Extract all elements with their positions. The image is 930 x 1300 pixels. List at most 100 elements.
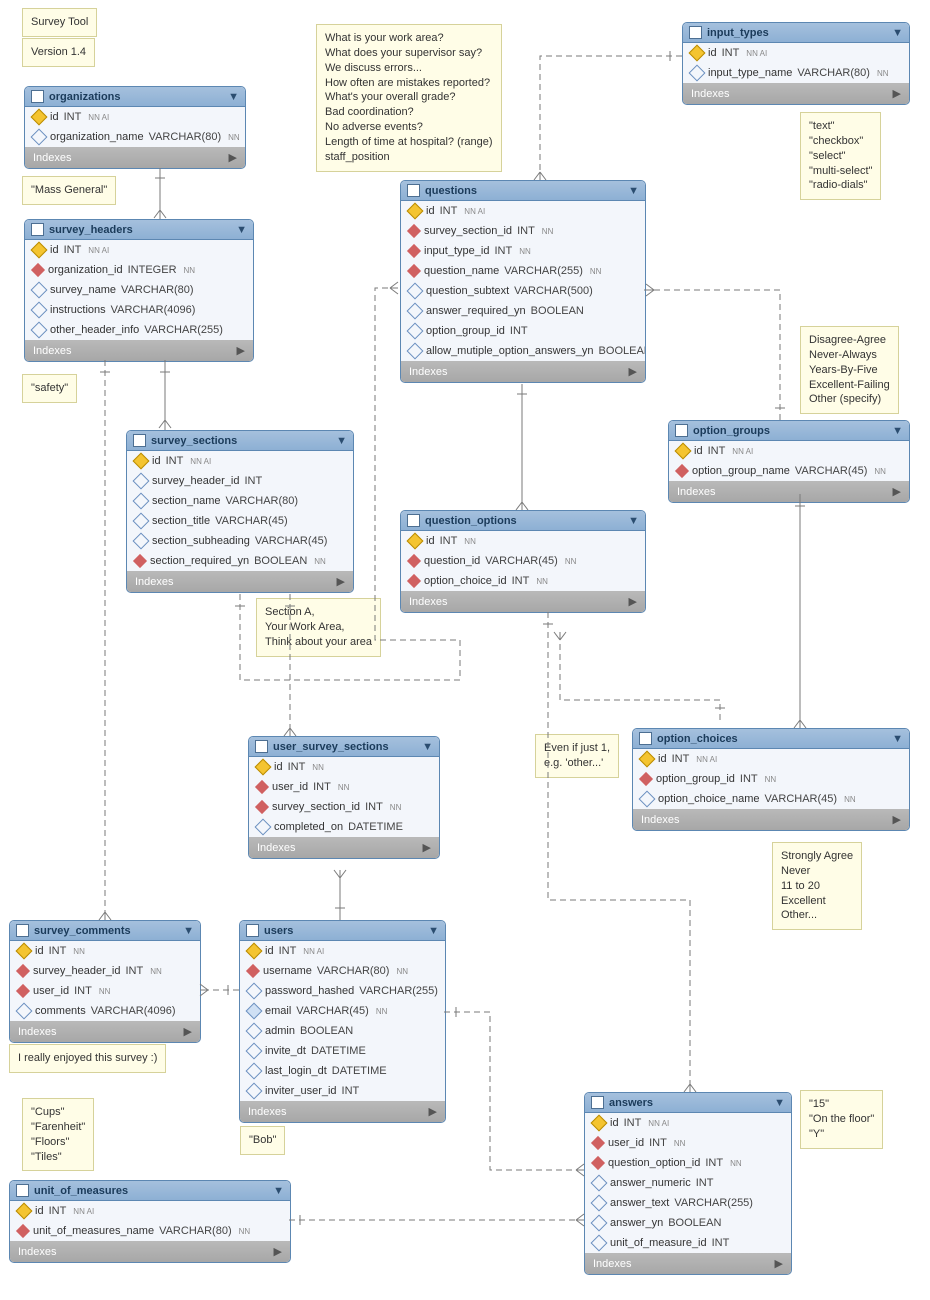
indexes-bar[interactable]: Indexes▶ (585, 1253, 791, 1274)
entity-option_choices[interactable]: option_choices▼id INTNN AIoption_group_i… (632, 728, 910, 831)
entity-title[interactable]: user_survey_sections▼ (249, 737, 439, 757)
chevron-down-icon[interactable]: ▼ (428, 925, 439, 937)
chevron-down-icon[interactable]: ▼ (236, 224, 247, 236)
column-row[interactable]: survey_name VARCHAR(80) (25, 280, 253, 300)
entity-survey_comments[interactable]: survey_comments▼id INTNNsurvey_header_id… (9, 920, 201, 1043)
column-row[interactable]: section_name VARCHAR(80) (127, 491, 353, 511)
entity-title[interactable]: answers▼ (585, 1093, 791, 1113)
entity-title[interactable]: questions▼ (401, 181, 645, 201)
column-row[interactable]: completed_on DATETIME (249, 817, 439, 837)
entity-users[interactable]: users▼id INTNN AIusername VARCHAR(80)NNp… (239, 920, 446, 1123)
column-row[interactable]: id INTNN (10, 941, 200, 961)
column-row[interactable]: option_group_id INTNN (633, 769, 909, 789)
entity-question_options[interactable]: question_options▼id INTNNquestion_id VAR… (400, 510, 646, 613)
column-row[interactable]: instructions VARCHAR(4096) (25, 300, 253, 320)
entity-title[interactable]: option_choices▼ (633, 729, 909, 749)
column-row[interactable]: question_name VARCHAR(255)NN (401, 261, 645, 281)
column-row[interactable]: question_id VARCHAR(45)NN (401, 551, 645, 571)
chevron-down-icon[interactable]: ▼ (892, 27, 903, 39)
column-row[interactable]: survey_section_id INTNN (401, 221, 645, 241)
column-row[interactable]: user_id INTNN (249, 777, 439, 797)
entity-option_groups[interactable]: option_groups▼id INTNN AIoption_group_na… (668, 420, 910, 503)
entity-organizations[interactable]: organizations▼id INTNN AIorganization_na… (24, 86, 246, 169)
chevron-down-icon[interactable]: ▼ (228, 91, 239, 103)
column-row[interactable]: user_id INTNN (585, 1133, 791, 1153)
entity-title[interactable]: survey_comments▼ (10, 921, 200, 941)
entity-questions[interactable]: questions▼id INTNN AIsurvey_section_id I… (400, 180, 646, 383)
chevron-down-icon[interactable]: ▼ (628, 515, 639, 527)
entity-user_survey_sections[interactable]: user_survey_sections▼id INTNNuser_id INT… (248, 736, 440, 859)
column-row[interactable]: answer_numeric INT (585, 1173, 791, 1193)
column-row[interactable]: invite_dt DATETIME (240, 1041, 445, 1061)
column-row[interactable]: id INTNN AI (633, 749, 909, 769)
column-row[interactable]: comments VARCHAR(4096) (10, 1001, 200, 1021)
column-row[interactable]: input_type_id INTNN (401, 241, 645, 261)
column-row[interactable]: organization_name VARCHAR(80)NN (25, 127, 245, 147)
column-row[interactable]: option_choice_id INTNN (401, 571, 645, 591)
column-row[interactable]: id INTNN AI (127, 451, 353, 471)
column-row[interactable]: id INTNN AI (25, 107, 245, 127)
chevron-down-icon[interactable]: ▼ (422, 741, 433, 753)
column-row[interactable]: id INTNN AI (585, 1113, 791, 1133)
column-row[interactable]: unit_of_measure_id INT (585, 1233, 791, 1253)
column-row[interactable]: username VARCHAR(80)NN (240, 961, 445, 981)
entity-input_types[interactable]: input_types▼id INTNN AIinput_type_name V… (682, 22, 910, 105)
column-row[interactable]: other_header_info VARCHAR(255) (25, 320, 253, 340)
column-row[interactable]: question_option_id INTNN (585, 1153, 791, 1173)
column-row[interactable]: id INTNN (401, 531, 645, 551)
chevron-down-icon[interactable]: ▼ (183, 925, 194, 937)
entity-survey_headers[interactable]: survey_headers▼id INTNN AIorganization_i… (24, 219, 254, 362)
indexes-bar[interactable]: Indexes▶ (249, 837, 439, 858)
chevron-down-icon[interactable]: ▼ (774, 1097, 785, 1109)
chevron-down-icon[interactable]: ▼ (628, 185, 639, 197)
entity-title[interactable]: option_groups▼ (669, 421, 909, 441)
column-row[interactable]: id INTNN AI (683, 43, 909, 63)
column-row[interactable]: id INTNN AI (401, 201, 645, 221)
indexes-bar[interactable]: Indexes▶ (25, 340, 253, 361)
entity-survey_sections[interactable]: survey_sections▼id INTNN AIsurvey_header… (126, 430, 354, 593)
column-row[interactable]: user_id INTNN (10, 981, 200, 1001)
indexes-bar[interactable]: Indexes▶ (683, 83, 909, 104)
column-row[interactable]: id INTNN AI (25, 240, 253, 260)
column-row[interactable]: last_login_dt DATETIME (240, 1061, 445, 1081)
column-row[interactable]: survey_section_id INTNN (249, 797, 439, 817)
chevron-down-icon[interactable]: ▼ (273, 1185, 284, 1197)
entity-title[interactable]: question_options▼ (401, 511, 645, 531)
entity-answers[interactable]: answers▼id INTNN AIuser_id INTNNquestion… (584, 1092, 792, 1275)
column-row[interactable]: unit_of_measures_name VARCHAR(80)NN (10, 1221, 290, 1241)
chevron-down-icon[interactable]: ▼ (892, 425, 903, 437)
indexes-bar[interactable]: Indexes▶ (401, 591, 645, 612)
indexes-bar[interactable]: Indexes▶ (127, 571, 353, 592)
column-row[interactable]: admin BOOLEAN (240, 1021, 445, 1041)
column-row[interactable]: answer_required_yn BOOLEAN (401, 301, 645, 321)
column-row[interactable]: survey_header_id INT (127, 471, 353, 491)
column-row[interactable]: password_hashed VARCHAR(255) (240, 981, 445, 1001)
entity-title[interactable]: organizations▼ (25, 87, 245, 107)
indexes-bar[interactable]: Indexes▶ (669, 481, 909, 502)
indexes-bar[interactable]: Indexes▶ (10, 1241, 290, 1262)
chevron-down-icon[interactable]: ▼ (336, 435, 347, 447)
column-row[interactable]: allow_mutiple_option_answers_yn BOOLEAN (401, 341, 645, 361)
column-row[interactable]: email VARCHAR(45)NN (240, 1001, 445, 1021)
column-row[interactable]: survey_header_id INTNN (10, 961, 200, 981)
column-row[interactable]: input_type_name VARCHAR(80)NN (683, 63, 909, 83)
indexes-bar[interactable]: Indexes▶ (401, 361, 645, 382)
column-row[interactable]: id INTNN AI (240, 941, 445, 961)
column-row[interactable]: section_subheading VARCHAR(45) (127, 531, 353, 551)
column-row[interactable]: id INTNN (249, 757, 439, 777)
column-row[interactable]: id INTNN AI (10, 1201, 290, 1221)
indexes-bar[interactable]: Indexes▶ (240, 1101, 445, 1122)
column-row[interactable]: option_choice_name VARCHAR(45)NN (633, 789, 909, 809)
column-row[interactable]: section_title VARCHAR(45) (127, 511, 353, 531)
column-row[interactable]: organization_id INTEGERNN (25, 260, 253, 280)
column-row[interactable]: option_group_name VARCHAR(45)NN (669, 461, 909, 481)
indexes-bar[interactable]: Indexes▶ (633, 809, 909, 830)
indexes-bar[interactable]: Indexes▶ (10, 1021, 200, 1042)
entity-title[interactable]: unit_of_measures▼ (10, 1181, 290, 1201)
column-row[interactable]: id INTNN AI (669, 441, 909, 461)
indexes-bar[interactable]: Indexes▶ (25, 147, 245, 168)
column-row[interactable]: inviter_user_id INT (240, 1081, 445, 1101)
entity-title[interactable]: survey_headers▼ (25, 220, 253, 240)
column-row[interactable]: question_subtext VARCHAR(500) (401, 281, 645, 301)
entity-unit_of_measures[interactable]: unit_of_measures▼id INTNN AIunit_of_meas… (9, 1180, 291, 1263)
